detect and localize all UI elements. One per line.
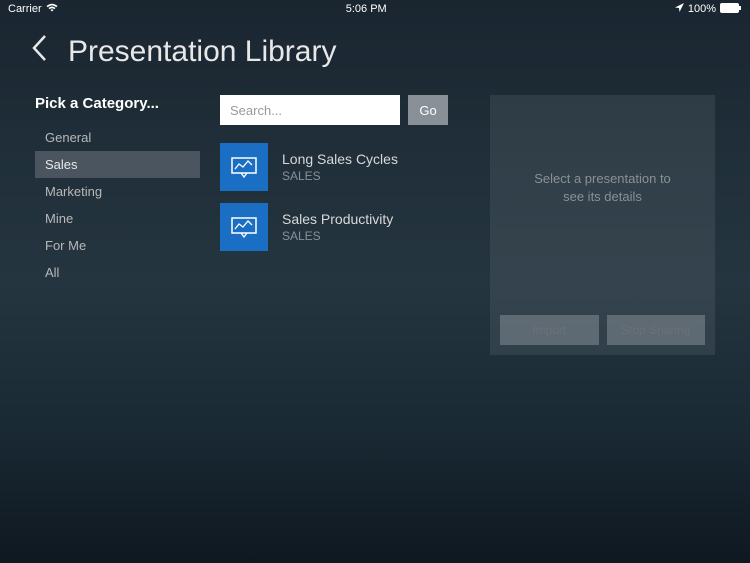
battery-percent: 100% [688, 3, 716, 15]
presentation-chart-icon [220, 143, 268, 191]
back-button[interactable] [30, 33, 48, 70]
status-bar: Carrier 5:06 PM 100% [0, 0, 750, 18]
stop-sharing-button[interactable]: Stop Sharing [607, 315, 706, 345]
category-mine[interactable]: Mine [35, 205, 200, 232]
detail-panel: Select a presentation to see its details… [490, 95, 715, 355]
search-row: Go [220, 95, 470, 125]
presentation-category: SALES [282, 229, 393, 243]
search-input[interactable] [220, 95, 400, 125]
detail-empty-line2: see its details [500, 188, 705, 206]
presentation-text: Sales Productivity SALES [282, 211, 393, 243]
category-sidebar: Pick a Category... General Sales Marketi… [35, 95, 200, 355]
presentation-category: SALES [282, 169, 398, 183]
presentation-list: Long Sales Cycles SALES Sales Productivi… [220, 143, 470, 251]
sidebar-title: Pick a Category... [35, 95, 200, 112]
presentation-item[interactable]: Long Sales Cycles SALES [220, 143, 470, 191]
status-left: Carrier [8, 3, 58, 15]
location-icon [675, 3, 684, 15]
detail-buttons: Import Stop Sharing [500, 315, 705, 345]
category-general[interactable]: General [35, 124, 200, 151]
battery-icon [720, 3, 742, 16]
presentation-text: Long Sales Cycles SALES [282, 151, 398, 183]
detail-empty-line1: Select a presentation to [500, 170, 705, 188]
wifi-icon [46, 3, 58, 15]
import-button[interactable]: Import [500, 315, 599, 345]
presentation-chart-icon [220, 203, 268, 251]
status-right: 100% [675, 3, 742, 16]
content: Pick a Category... General Sales Marketi… [0, 95, 750, 355]
presentation-title: Long Sales Cycles [282, 151, 398, 167]
header: Presentation Library [0, 18, 750, 95]
page-title: Presentation Library [68, 35, 336, 69]
category-for-me[interactable]: For Me [35, 232, 200, 259]
carrier-label: Carrier [8, 3, 42, 15]
detail-empty-message: Select a presentation to see its details [500, 170, 705, 206]
presentation-item[interactable]: Sales Productivity SALES [220, 203, 470, 251]
presentation-title: Sales Productivity [282, 211, 393, 227]
category-marketing[interactable]: Marketing [35, 178, 200, 205]
status-time: 5:06 PM [346, 3, 387, 15]
category-all[interactable]: All [35, 259, 200, 286]
category-sales[interactable]: Sales [35, 151, 200, 178]
go-button[interactable]: Go [408, 95, 448, 125]
main-column: Go Long Sales Cycles SALES Sales Product… [220, 95, 470, 355]
